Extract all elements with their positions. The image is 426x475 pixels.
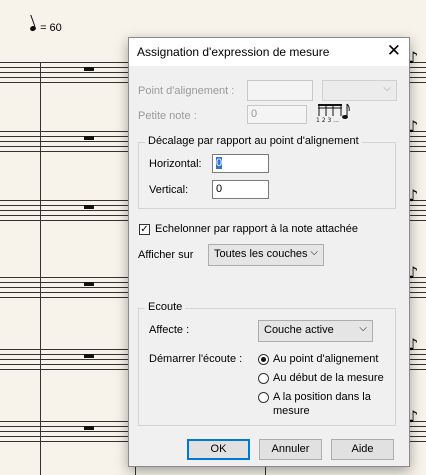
playback-group-label: Ecoute	[145, 301, 186, 313]
tempo-marking: = 60	[29, 22, 62, 34]
radio-position-in-measure[interactable]	[258, 392, 269, 403]
show-on-value: Toutes les couches	[214, 248, 308, 260]
radio-alignment-point-label: Au point d'alignement	[273, 353, 379, 365]
radio-measure-start-label: Au début de la mesure	[273, 372, 384, 384]
whole-rest-icon	[84, 354, 94, 358]
offset-group-label: Décalage par rapport au point d'aligneme…	[145, 135, 362, 147]
close-icon[interactable]: ✕	[387, 42, 401, 60]
help-button[interactable]: Aide	[331, 439, 394, 460]
radio-position-in-measure-label-line2: mesure	[273, 405, 310, 417]
radio-alignment-point[interactable]	[258, 354, 269, 365]
radio-measure-start[interactable]	[258, 373, 269, 384]
show-on-select[interactable]: Toutes les couches ⌵	[208, 244, 324, 266]
dialog-title: Assignation d'expression de mesure	[137, 45, 330, 59]
whole-rest-icon	[84, 282, 94, 286]
alignment-point-label: Point d'alignement :	[138, 85, 235, 97]
horizontal-input[interactable]: 0	[212, 154, 269, 173]
stagger-label: Echelonner par rapport à la note attaché…	[155, 223, 359, 235]
offset-group: Décalage par rapport au point d'aligneme…	[138, 135, 396, 209]
alignment-point-field[interactable]	[247, 80, 313, 101]
horizontal-label: Horizontal:	[149, 158, 202, 170]
whole-rest-icon	[84, 67, 94, 71]
ok-button[interactable]: OK	[187, 439, 250, 460]
cancel-button[interactable]: Annuler	[259, 439, 322, 460]
tuplet-digits: 1 2 3 ...	[316, 117, 339, 124]
start-playback-label: Démarrer l'écoute :	[149, 353, 243, 365]
vertical-input[interactable]: 0	[212, 180, 269, 199]
chevron-down-icon: ⌵	[383, 83, 391, 94]
quarter-note-icon	[29, 25, 37, 32]
stagger-checkbox[interactable]: ✓	[139, 224, 150, 235]
whole-rest-icon	[84, 426, 94, 430]
playback-group: Ecoute Affecte : Couche active ⌵ Démarre…	[138, 301, 396, 426]
whole-rest-icon	[84, 205, 94, 209]
tuplet-notes-icon: 1 2 3 ...	[316, 102, 350, 127]
show-on-label: Afficher sur	[138, 249, 194, 261]
title-bar: Assignation d'expression de mesure ✕	[129, 38, 409, 66]
affects-value: Couche active	[264, 324, 334, 336]
measure-expression-dialog: Assignation d'expression de mesure ✕ Poi…	[128, 37, 410, 467]
chevron-down-icon: ⌵	[310, 247, 318, 258]
grace-note-field[interactable]: 0	[247, 105, 307, 124]
affects-label: Affecte :	[149, 324, 190, 336]
whole-rest-icon	[84, 136, 94, 140]
chevron-down-icon: ⌵	[359, 323, 367, 334]
alignment-point-select[interactable]: ⌵	[322, 80, 397, 101]
horizontal-value: 0	[216, 157, 223, 169]
grace-note-label: Petite note :	[138, 110, 197, 122]
barline	[40, 62, 41, 475]
tempo-text: = 60	[40, 22, 62, 34]
affects-select[interactable]: Couche active ⌵	[258, 320, 373, 342]
vertical-label: Vertical:	[149, 184, 189, 196]
radio-position-in-measure-label: A la position dans la	[273, 391, 371, 403]
